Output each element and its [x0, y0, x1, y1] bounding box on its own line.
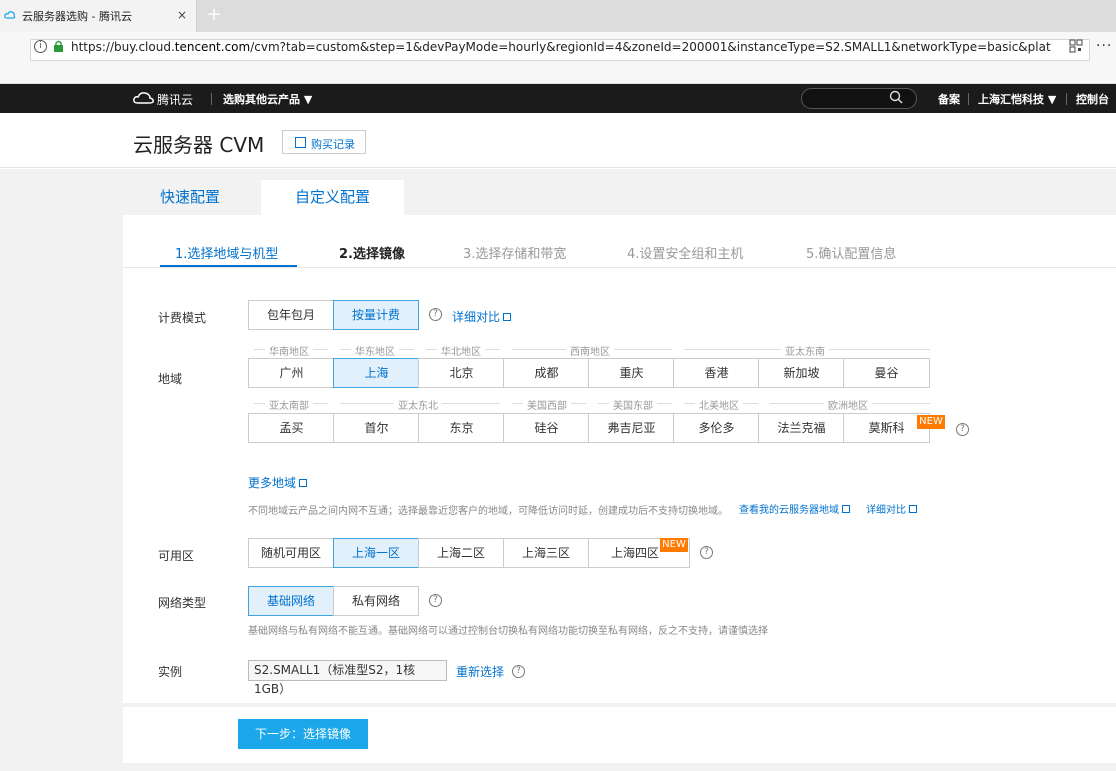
network-basic-button[interactable]: 基础网络	[248, 586, 334, 616]
region-note: 不同地域云产品之间内网不互通；选择最靠近您客户的地域，可降低访问时延，创建成功后…	[248, 506, 728, 517]
logo-text[interactable]: 腾讯云	[157, 91, 193, 108]
lock-icon	[54, 40, 63, 52]
billing-label: 计费模式	[158, 311, 207, 325]
tab-quick-config[interactable]: 快速配置	[123, 180, 257, 215]
region-button-row2-2[interactable]: 东京	[418, 413, 505, 443]
billing-compare-link[interactable]: 详细对比	[452, 308, 512, 325]
region-button-row1-3[interactable]: 成都	[503, 358, 590, 388]
zone-random-button[interactable]: 随机可用区	[248, 538, 334, 568]
row2-group-label: 欧洲地区	[824, 397, 872, 412]
search-icon[interactable]	[889, 90, 903, 104]
zone-shanghai-3-button[interactable]: 上海三区	[503, 538, 589, 568]
purchase-record-button[interactable]: 购买记录	[282, 130, 366, 154]
nav-divider	[968, 93, 969, 105]
network-note: 基础网络与私有网络不能互通。基础网络可以通过控制台切换私有网络功能切换至私有网络…	[248, 626, 768, 637]
network-label: 网络类型	[158, 596, 207, 610]
region-button-row1-4[interactable]: 重庆	[588, 358, 675, 388]
nav-beian-link[interactable]: 备案	[938, 91, 960, 107]
network-help-icon[interactable]: ?	[429, 594, 442, 607]
zone-label: 可用区	[158, 549, 195, 563]
region-button-row1-7[interactable]: 曼谷	[843, 358, 930, 388]
region-button-row2-0[interactable]: 孟买	[248, 413, 335, 443]
row1-group-label: 华东地区	[351, 343, 399, 358]
qr-code-icon[interactable]	[1069, 39, 1083, 53]
region-button-row2-4[interactable]: 弗吉尼亚	[588, 413, 675, 443]
new-tab-button[interactable]: +	[204, 5, 224, 25]
zone-shanghai-2-button[interactable]: 上海二区	[418, 538, 504, 568]
region-button-row1-1[interactable]: 上海	[333, 358, 420, 388]
more-icon[interactable]: ···	[1096, 38, 1112, 54]
region-button-row2-6[interactable]: 法兰克福	[758, 413, 845, 443]
console-link[interactable]: 控制台	[1076, 91, 1109, 107]
tab-custom-config[interactable]: 自定义配置	[261, 180, 404, 215]
external-link-icon	[503, 313, 512, 321]
row1-group-label: 华南地区	[265, 343, 313, 358]
step-confirm: 5.确认配置信息	[806, 247, 897, 262]
tab-title: 云服务器选购 - 腾讯云	[22, 10, 132, 23]
record-icon	[295, 137, 306, 148]
step-security-host: 4.设置安全组和主机	[627, 247, 744, 262]
active-step-indicator	[160, 265, 297, 267]
region-label: 地域	[158, 372, 183, 386]
billing-hourly-button[interactable]: 按量计费	[333, 300, 419, 330]
instance-label: 实例	[158, 665, 183, 679]
row2-group-label: 北美地区	[695, 397, 743, 412]
external-link-icon	[842, 505, 850, 513]
step-image[interactable]: 2.选择镜像	[339, 243, 405, 262]
page-title: 云服务器 CVM	[133, 133, 265, 157]
close-tab-icon[interactable]: ×	[177, 8, 187, 22]
nav-divider	[1066, 93, 1067, 105]
row2-group-label: 亚太南部	[265, 397, 313, 412]
nav-divider	[211, 93, 212, 105]
region-button-row1-5[interactable]: 香港	[673, 358, 760, 388]
instance-help-icon[interactable]: ?	[512, 665, 525, 678]
other-products-menu[interactable]: 选购其他云产品 ▼	[223, 91, 312, 107]
region-help-icon[interactable]: ?	[956, 423, 969, 436]
more-regions-link[interactable]: 更多地域	[248, 474, 308, 491]
external-link-icon	[299, 479, 308, 487]
purchase-record-label: 购买记录	[311, 138, 355, 151]
billing-monthly-button[interactable]: 包年包月	[248, 300, 334, 330]
new-badge: NEW	[660, 538, 688, 552]
step-storage-bandwidth: 3.选择存储和带宽	[463, 247, 567, 262]
zone-help-icon[interactable]: ?	[700, 546, 713, 559]
tencent-cloud-logo-icon[interactable]	[133, 91, 155, 105]
external-link-icon	[909, 505, 917, 513]
browser-tabstrip: 云服务器选购 - 腾讯云 × +	[0, 0, 1116, 32]
steps-divider	[123, 267, 1116, 268]
next-step-button[interactable]: 下一步：选择镜像	[238, 719, 368, 749]
region-button-row1-0[interactable]: 广州	[248, 358, 335, 388]
zone-shanghai-1-button[interactable]: 上海一区	[333, 538, 419, 568]
new-badge: NEW	[917, 415, 945, 429]
region-button-row2-5[interactable]: 多伦多	[673, 413, 760, 443]
account-menu[interactable]: 上海汇恺科技 ▼	[978, 91, 1056, 107]
row1-group-label: 华北地区	[437, 343, 485, 358]
region-compare-link[interactable]: 详细对比	[866, 501, 917, 516]
my-cvm-regions-link[interactable]: 查看我的云服务器地域	[739, 501, 850, 516]
region-button-row2-3[interactable]: 硅谷	[503, 413, 590, 443]
page-header: 云服务器 CVM 购买记录	[0, 113, 1116, 168]
browser-tab[interactable]: 云服务器选购 - 腾讯云 ×	[0, 0, 197, 32]
info-icon[interactable]: i	[34, 40, 47, 53]
billing-help-icon[interactable]: ?	[429, 308, 442, 321]
row2-group-label: 美国西部	[523, 397, 571, 412]
step-region-and-type[interactable]: 1.选择地域与机型	[175, 243, 278, 262]
row2-group-label: 亚太东北	[394, 397, 442, 412]
region-button-row1-2[interactable]: 北京	[418, 358, 505, 388]
row1-group-label: 亚太东南	[781, 343, 829, 358]
region-button-row1-6[interactable]: 新加坡	[758, 358, 845, 388]
reselect-instance-link[interactable]: 重新选择	[456, 663, 504, 680]
cloud-icon	[4, 11, 16, 19]
row2-group-label: 美国东部	[609, 397, 657, 412]
row1-group-label: 西南地区	[566, 343, 614, 358]
url-text[interactable]: https://buy.cloud.tencent.com/cvm?tab=cu…	[71, 40, 1051, 54]
network-vpc-button[interactable]: 私有网络	[333, 586, 419, 616]
instance-value: S2.SMALL1（标准型S2，1核1GB）	[248, 660, 447, 696]
region-button-row2-1[interactable]: 首尔	[333, 413, 420, 443]
